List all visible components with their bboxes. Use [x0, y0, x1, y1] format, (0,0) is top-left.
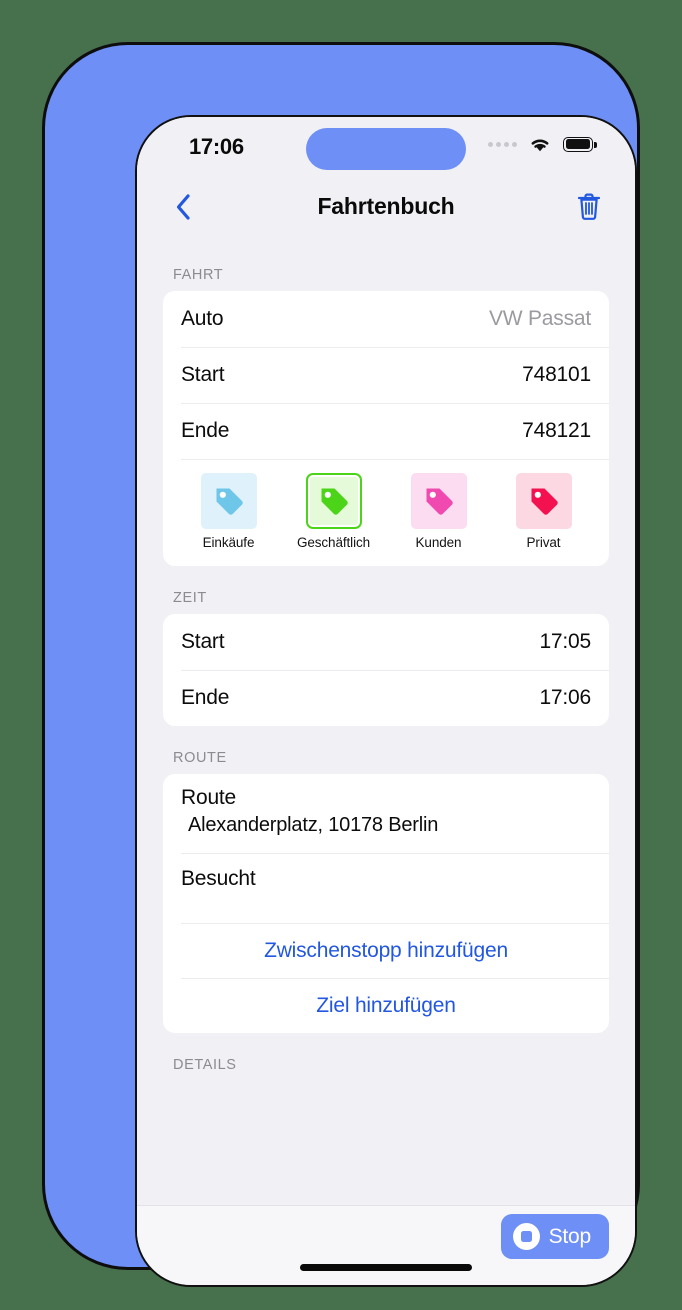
cellular-dots-icon [488, 141, 517, 147]
tag-swatch-selected [305, 473, 362, 529]
wifi-icon [531, 139, 549, 152]
card-route: Route Alexanderplatz, 10178 Berlin Besuc… [163, 774, 609, 1033]
bottom-toolbar: Stop [137, 1205, 635, 1285]
tag-swatch [410, 473, 467, 529]
tag-option-einkaeufe[interactable]: Einkäufe [177, 473, 280, 550]
status-bar-time: 17:06 [189, 134, 244, 159]
row-label: Ende [181, 686, 230, 709]
tag-icon [426, 488, 453, 515]
row-start-time[interactable]: Start 17:05 [163, 614, 609, 670]
tag-option-privat[interactable]: Privat [492, 473, 595, 550]
card-zeit: Start 17:05 Ende 17:06 [163, 614, 609, 726]
delete-button[interactable] [569, 187, 609, 227]
status-bar: 17:06 [137, 117, 635, 179]
tag-label: Einkäufe [202, 535, 255, 550]
phone-screen: 17:06 Fahrtenbuch FAHRT Auto VW Passat S… [135, 115, 637, 1287]
page-title: Fahrtenbuch [317, 193, 455, 219]
section-header-details: DETAILS [173, 1057, 237, 1073]
add-intermediate-stop-button[interactable]: Zwischenstopp hinzufügen [163, 923, 609, 978]
row-label: Besucht [181, 867, 256, 890]
row-value: 17:06 [539, 686, 591, 709]
route-label: Route [181, 786, 237, 809]
row-value: VW Passat [488, 307, 591, 330]
section-header-zeit: ZEIT [173, 590, 207, 606]
add-destination-button[interactable]: Ziel hinzufügen [163, 978, 609, 1033]
dynamic-island [306, 128, 466, 170]
row-besucht[interactable]: Besucht [163, 853, 609, 923]
route-address: Alexanderplatz, 10178 Berlin [188, 814, 439, 836]
tag-label: Privat [526, 535, 561, 550]
row-label: Ende [181, 419, 230, 442]
row-route[interactable]: Route Alexanderplatz, 10178 Berlin [163, 774, 609, 853]
row-value: 17:05 [539, 630, 591, 653]
row-start-odometer[interactable]: Start 748101 [163, 347, 609, 403]
phone-frame: 17:06 Fahrtenbuch FAHRT Auto VW Passat S… [42, 42, 640, 1287]
tag-picker: Einkäufe Geschäftlich Kunden Privat [163, 459, 609, 566]
tag-swatch [200, 473, 257, 529]
tag-label: Geschäftlich [296, 535, 371, 550]
home-indicator[interactable] [300, 1264, 472, 1271]
tag-option-kunden[interactable]: Kunden [387, 473, 490, 550]
row-label: Auto [181, 307, 224, 330]
navigation-bar: Fahrtenbuch [137, 179, 635, 237]
row-end-odometer[interactable]: Ende 748121 [163, 403, 609, 459]
add-intermediate-stop-label: Zwischenstopp hinzufügen [264, 938, 508, 962]
screenshot-stage: 17:06 Fahrtenbuch FAHRT Auto VW Passat S… [0, 0, 682, 1310]
tag-icon [321, 488, 348, 515]
tag-icon [531, 488, 558, 515]
add-destination-label: Ziel hinzufügen [316, 993, 456, 1017]
tag-label: Kunden [415, 535, 462, 550]
row-auto[interactable]: Auto VW Passat [163, 291, 609, 347]
status-bar-indicators [488, 135, 597, 153]
row-label: Start [181, 630, 225, 653]
settings-scroll-area[interactable]: FAHRT Auto VW Passat Start 748101 Ende 7… [137, 237, 635, 1205]
tag-swatch [515, 473, 572, 529]
stop-button[interactable]: Stop [500, 1214, 609, 1259]
stop-button-label: Stop [548, 1224, 592, 1248]
card-fahrt: Auto VW Passat Start 748101 Ende 748121 [163, 291, 609, 566]
row-end-time[interactable]: Ende 17:06 [163, 670, 609, 726]
trash-icon [577, 193, 601, 220]
row-label: Start [181, 363, 225, 386]
section-header-fahrt: FAHRT [173, 267, 224, 283]
row-value: 748101 [522, 363, 591, 386]
tag-option-geschaeftlich[interactable]: Geschäftlich [282, 473, 385, 550]
section-header-route: ROUTE [173, 750, 227, 766]
stop-circle-icon [512, 1223, 540, 1250]
tag-icon [216, 488, 243, 515]
battery-full-icon [563, 136, 597, 152]
row-value: 748121 [522, 419, 591, 442]
